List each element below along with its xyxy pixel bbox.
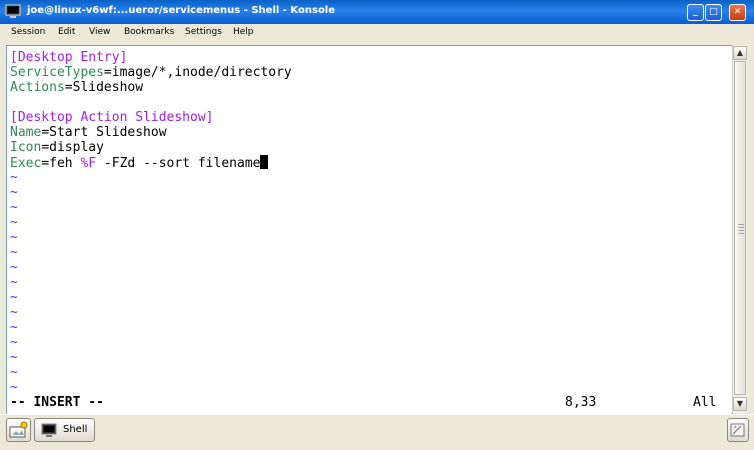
- tilde-line: ~: [10, 230, 18, 245]
- line-key: Exec: [10, 156, 42, 171]
- line-separator: =: [41, 156, 50, 171]
- menu-help[interactable]: Help: [233, 27, 254, 37]
- tilde-line: ~: [10, 185, 18, 200]
- title-bar[interactable]: joe@linux-v6wf:...ueror/servicemenus - S…: [0, 0, 754, 24]
- line-separator: =: [103, 65, 112, 80]
- new-session-button[interactable]: [6, 418, 31, 442]
- text-cursor: [260, 155, 269, 169]
- window-title: joe@linux-v6wf:...ueror/servicemenus - S…: [27, 5, 336, 16]
- line-separator: =: [41, 140, 50, 155]
- editor-line: [Desktop Entry]: [10, 50, 127, 65]
- vim-status-line: -- INSERT -- 8,33 All: [10, 395, 728, 410]
- tilde-line: ~: [10, 305, 18, 320]
- editor-line: Icon=display: [10, 140, 104, 155]
- tilde-line: ~: [10, 245, 18, 260]
- tilde-line: ~: [10, 170, 18, 185]
- exec-placeholder: %F: [80, 156, 97, 171]
- tilde-line: ~: [10, 320, 18, 335]
- line-value: image/*,inode/directory: [111, 65, 292, 80]
- scroll-down-button[interactable]: ▼: [733, 397, 747, 411]
- editor-line: ServiceTypes=image/*,inode/directory: [10, 65, 292, 80]
- menu-bookmarks[interactable]: Bookmarks: [124, 27, 174, 37]
- line-value: display: [49, 140, 104, 155]
- tilde-line: ~: [10, 200, 18, 215]
- line-key: Name: [10, 125, 42, 140]
- tilde-line: ~: [10, 290, 18, 305]
- section-header: [Desktop Entry]: [10, 50, 128, 65]
- new-session-icon: [9, 421, 28, 438]
- konsole-icon: [5, 4, 21, 19]
- tilde-line: ~: [10, 215, 18, 230]
- menu-settings[interactable]: Settings: [185, 27, 222, 37]
- scrollbar-thumb[interactable]: [734, 61, 746, 395]
- tilde-line: ~: [10, 365, 18, 380]
- menu-bar: Session Edit View Bookmarks Settings Hel…: [0, 24, 754, 44]
- tilde-line: ~: [10, 380, 18, 395]
- vertical-scrollbar[interactable]: ▲ ▼: [732, 45, 747, 413]
- scroll-position: All: [693, 395, 717, 410]
- exec-arguments: -FZd --sort filename: [96, 156, 261, 171]
- close-button[interactable]: ✕: [729, 4, 746, 21]
- line-separator: =: [41, 125, 50, 140]
- terminal-area[interactable]: [Desktop Entry] ServiceTypes=image/*,ino…: [6, 45, 733, 415]
- close-session-button[interactable]: [727, 418, 749, 442]
- minimize-button[interactable]: _: [687, 4, 704, 21]
- tilde-line: ~: [10, 350, 18, 365]
- tab-bar: Shell: [0, 414, 754, 450]
- menu-session[interactable]: Session: [11, 27, 45, 37]
- editor-line: [Desktop Action Slideshow]: [10, 110, 214, 125]
- menu-edit[interactable]: Edit: [58, 27, 75, 37]
- tab-label: Shell: [63, 424, 88, 435]
- tilde-line: ~: [10, 260, 18, 275]
- mode-indicator: -- INSERT --: [10, 395, 104, 410]
- konsole-window: joe@linux-v6wf:...ueror/servicemenus - S…: [0, 0, 754, 450]
- editor-line: Name=Start Slideshow: [10, 125, 167, 140]
- editor-line: Exec=feh %F -FZd --sort filename: [10, 155, 269, 171]
- line-value: feh: [49, 156, 81, 171]
- tilde-line: ~: [10, 275, 18, 290]
- line-key: Icon: [10, 140, 42, 155]
- terminal-icon: [41, 423, 57, 442]
- line-value: Start Slideshow: [49, 125, 167, 140]
- editor-line: Actions=Slideshow: [10, 80, 143, 95]
- tilde-line: ~: [10, 335, 18, 350]
- cursor-position: 8,33: [565, 395, 597, 410]
- line-separator: =: [64, 80, 73, 95]
- section-header: [Desktop Action Slideshow]: [10, 110, 214, 125]
- line-key: ServiceTypes: [10, 65, 104, 80]
- maximize-button[interactable]: □: [705, 4, 722, 21]
- line-value: Slideshow: [72, 80, 144, 95]
- tab-shell[interactable]: Shell: [34, 418, 95, 442]
- menu-view[interactable]: View: [89, 27, 110, 37]
- line-key: Actions: [10, 80, 65, 95]
- scroll-up-button[interactable]: ▲: [733, 46, 747, 60]
- close-session-icon: [730, 423, 745, 437]
